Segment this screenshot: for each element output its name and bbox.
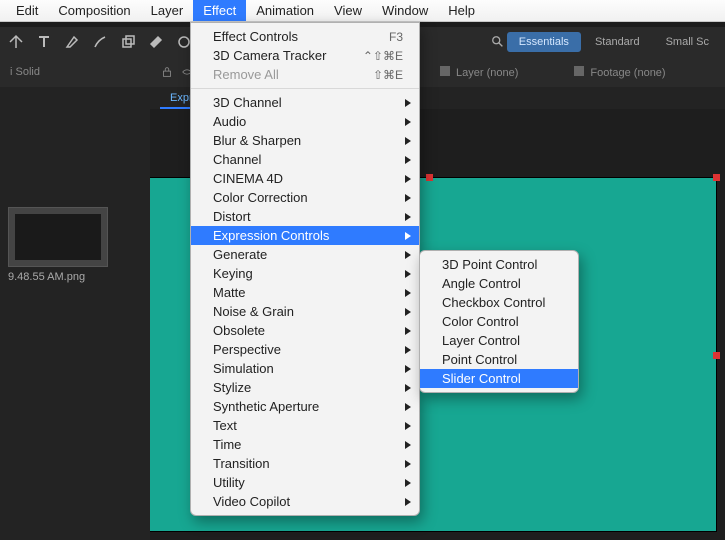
menu-item-cinema-4d[interactable]: CINEMA 4D [191, 169, 419, 188]
menu-item-matte[interactable]: Matte [191, 283, 419, 302]
workspace-tabs: Essentials Standard Small Sc [491, 32, 725, 52]
menu-item-generate[interactable]: Generate [191, 245, 419, 264]
menu-item-text[interactable]: Text [191, 416, 419, 435]
menu-item-obsolete[interactable]: Obsolete [191, 321, 419, 340]
text-tool-icon[interactable] [36, 34, 52, 50]
menu-item-video-copilot[interactable]: Video Copilot [191, 492, 419, 511]
submenu-item-3d-point-control[interactable]: 3D Point Control [420, 255, 578, 274]
submenu-arrow-icon [405, 422, 411, 430]
menu-item-color-correction[interactable]: Color Correction [191, 188, 419, 207]
left-panel-label: i Solid [0, 66, 150, 78]
submenu-item-layer-control[interactable]: Layer Control [420, 331, 578, 350]
menu-item-stylize[interactable]: Stylize [191, 378, 419, 397]
menu-item-noise-grain[interactable]: Noise & Grain [191, 302, 419, 321]
submenu-arrow-icon [405, 365, 411, 373]
menu-item-keying[interactable]: Keying [191, 264, 419, 283]
menu-item-remove-all: Remove All ⇧⌘E [191, 65, 419, 84]
layer-none-label: Layer (none) [456, 67, 518, 79]
menu-item-3d-channel[interactable]: 3D Channel [191, 93, 419, 112]
asset-thumbnail[interactable] [8, 207, 108, 267]
workspace-standard[interactable]: Standard [583, 32, 652, 52]
pen-tool-icon[interactable] [64, 34, 80, 50]
clone-tool-icon[interactable] [120, 34, 136, 50]
menu-item-perspective[interactable]: Perspective [191, 340, 419, 359]
submenu-arrow-icon [405, 498, 411, 506]
lock-icon[interactable] [160, 65, 174, 79]
submenu-item-point-control[interactable]: Point Control [420, 350, 578, 369]
eraser-tool-icon[interactable] [148, 34, 164, 50]
menu-item-distort[interactable]: Distort [191, 207, 419, 226]
menu-item-3d-camera-tracker[interactable]: 3D Camera Tracker ⌃⇧⌘E [191, 46, 419, 65]
submenu-arrow-icon [405, 384, 411, 392]
handle-mid-right[interactable] [713, 352, 720, 359]
submenu-item-checkbox-control[interactable]: Checkbox Control [420, 293, 578, 312]
submenu-arrow-icon [405, 118, 411, 126]
submenu-arrow-icon [405, 175, 411, 183]
footage-none-label: Footage (none) [590, 67, 665, 79]
submenu-item-color-control[interactable]: Color Control [420, 312, 578, 331]
submenu-arrow-icon [405, 460, 411, 468]
brush-tool-icon[interactable] [92, 34, 108, 50]
menu-item-blur-sharpen[interactable]: Blur & Sharpen [191, 131, 419, 150]
handle-top-right[interactable] [713, 174, 720, 181]
submenu-arrow-icon [405, 289, 411, 297]
effect-menu-dropdown: Effect Controls F3 3D Camera Tracker ⌃⇧⌘… [190, 22, 420, 516]
submenu-arrow-icon [405, 441, 411, 449]
submenu-arrow-icon [405, 194, 411, 202]
submenu-arrow-icon [405, 251, 411, 259]
menu-item-audio[interactable]: Audio [191, 112, 419, 131]
menu-layer[interactable]: Layer [141, 0, 194, 21]
submenu-arrow-icon [405, 232, 411, 240]
menu-window[interactable]: Window [372, 0, 438, 21]
menu-help[interactable]: Help [438, 0, 485, 21]
submenu-item-slider-control[interactable]: Slider Control [420, 369, 578, 388]
hand-tool-icon[interactable] [8, 34, 24, 50]
submenu-arrow-icon [405, 270, 411, 278]
submenu-arrow-icon [405, 308, 411, 316]
menu-item-effect-controls[interactable]: Effect Controls F3 [191, 27, 419, 46]
menu-animation[interactable]: Animation [246, 0, 324, 21]
workspace-small[interactable]: Small Sc [654, 32, 721, 52]
submenu-arrow-icon [405, 479, 411, 487]
menu-item-time[interactable]: Time [191, 435, 419, 454]
menu-effect[interactable]: Effect [193, 0, 246, 21]
submenu-arrow-icon [405, 213, 411, 221]
menu-item-transition[interactable]: Transition [191, 454, 419, 473]
workspace-essentials[interactable]: Essentials [507, 32, 581, 52]
submenu-arrow-icon [405, 403, 411, 411]
menu-edit[interactable]: Edit [6, 0, 48, 21]
menu-item-simulation[interactable]: Simulation [191, 359, 419, 378]
project-panel: 9.48.55 AM.png [0, 87, 150, 540]
submenu-arrow-icon [405, 137, 411, 145]
menu-view[interactable]: View [324, 0, 372, 21]
menu-item-channel[interactable]: Channel [191, 150, 419, 169]
menu-composition[interactable]: Composition [48, 0, 140, 21]
menu-item-expression-controls[interactable]: Expression Controls [191, 226, 419, 245]
menu-item-utility[interactable]: Utility [191, 473, 419, 492]
submenu-arrow-icon [405, 156, 411, 164]
submenu-arrow-icon [405, 327, 411, 335]
submenu-item-angle-control[interactable]: Angle Control [420, 274, 578, 293]
search-icon[interactable] [491, 35, 505, 49]
menu-item-synthetic-aperture[interactable]: Synthetic Aperture [191, 397, 419, 416]
expression-controls-submenu: 3D Point ControlAngle ControlCheckbox Co… [419, 250, 579, 393]
timeline-icons [160, 57, 194, 87]
menubar: Edit Composition Layer Effect Animation … [0, 0, 725, 22]
submenu-arrow-icon [405, 99, 411, 107]
handle-top-middle[interactable] [426, 174, 433, 181]
asset-filename[interactable]: 9.48.55 AM.png [8, 271, 150, 283]
submenu-arrow-icon [405, 346, 411, 354]
